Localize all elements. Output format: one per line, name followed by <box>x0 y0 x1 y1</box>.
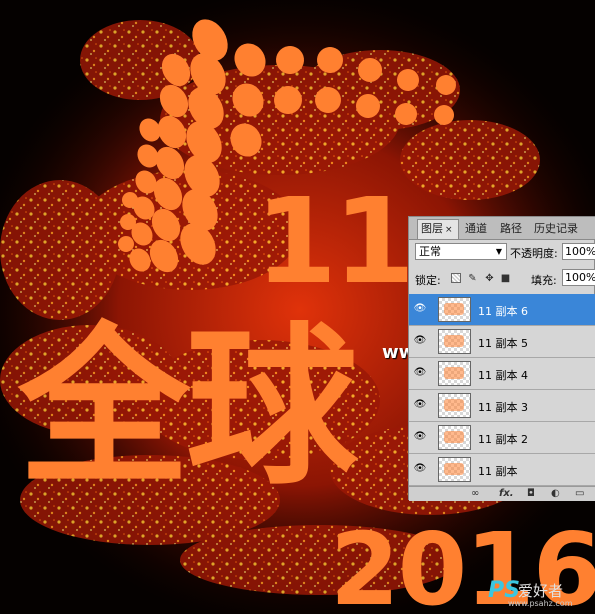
tab-layers[interactable]: 图层 × <box>417 219 459 239</box>
tab-paths[interactable]: 路径 <box>497 220 527 238</box>
fx-icon[interactable]: fx. <box>499 488 514 499</box>
group-icon[interactable]: ▭ <box>575 488 584 499</box>
layer-name: 11 副本 5 <box>478 337 528 350</box>
opacity-field[interactable]: 100% <box>562 243 595 260</box>
logo-name: 爱好者 <box>518 582 564 600</box>
lock-label: 锁定: <box>415 274 441 287</box>
site-logo: PS 爱好者 www.psahz.com <box>488 578 593 612</box>
brush-icon[interactable]: ✎ <box>467 273 478 284</box>
layer-name: 11 副本 6 <box>478 305 528 318</box>
tab-layers-label: 图层 <box>421 222 443 235</box>
layers-panel: 图层 × 通道 路径 历史记录 正常 ▼ 不透明度: 100% 锁定: ✎ ✥ ■… <box>408 216 595 501</box>
headline-text: 全球 <box>18 307 358 508</box>
blend-row: 正常 ▼ 不透明度: 100% <box>409 241 595 263</box>
layer-row[interactable]: 👁 11 副本 6 <box>409 294 595 326</box>
canvas: 11 全球 2016 www.68ps.com PS 爱好者 www.psahz… <box>0 0 595 614</box>
layer-thumbnail <box>438 361 471 386</box>
headline-number: 11 <box>255 172 415 310</box>
eye-icon[interactable]: 👁 <box>413 335 427 347</box>
close-icon[interactable]: × <box>445 225 453 235</box>
layer-thumbnail <box>438 329 471 354</box>
layer-row[interactable]: 👁 11 副本 5 <box>409 326 595 358</box>
eye-icon[interactable]: 👁 <box>413 367 427 379</box>
blend-mode-select[interactable]: 正常 ▼ <box>415 243 507 260</box>
lock-icon[interactable]: ■ <box>500 273 511 284</box>
layer-name: 11 副本 3 <box>478 401 528 414</box>
link-icon[interactable]: ∞ <box>471 488 479 499</box>
layer-name: 11 副本 <box>478 465 518 478</box>
logo-url: www.psahz.com <box>508 599 573 608</box>
blend-mode-value: 正常 <box>419 245 441 258</box>
fill-label: 填充: <box>531 274 557 287</box>
layers-list: 👁 11 副本 6 👁 11 副本 5 👁 11 副本 4 👁 11 副本 3 👁 11 副本 2… <box>409 294 595 486</box>
layer-thumbnail <box>438 457 471 482</box>
layer-name: 11 副本 4 <box>478 369 528 382</box>
layer-thumbnail <box>438 425 471 450</box>
eye-icon[interactable]: 👁 <box>413 431 427 443</box>
mask-icon[interactable]: ◘ <box>527 488 535 499</box>
layer-thumbnail <box>438 393 471 418</box>
fill-field[interactable]: 100% <box>562 269 595 286</box>
panel-bottom-bar: ∞ fx. ◘ ◐ ▭ <box>409 486 595 501</box>
adjustment-icon[interactable]: ◐ <box>551 488 560 499</box>
lock-transparency-icon[interactable] <box>451 273 461 283</box>
layer-name: 11 副本 2 <box>478 433 528 446</box>
layer-row[interactable]: 👁 11 副本 2 <box>409 422 595 454</box>
eye-icon[interactable]: 👁 <box>413 463 427 475</box>
panel-tabs: 图层 × 通道 路径 历史记录 <box>409 217 595 240</box>
opacity-label: 不透明度: <box>510 247 558 260</box>
lock-row: 锁定: ✎ ✥ ■ 填充: 100% <box>409 269 595 289</box>
eye-icon[interactable]: 👁 <box>413 399 427 411</box>
tab-history[interactable]: 历史记录 <box>531 220 589 238</box>
layer-row[interactable]: 👁 11 副本 4 <box>409 358 595 390</box>
eye-icon[interactable]: 👁 <box>413 303 427 315</box>
tab-channels[interactable]: 通道 <box>462 220 492 238</box>
layer-thumbnail <box>438 297 471 322</box>
layer-row[interactable]: 👁 11 副本 <box>409 454 595 486</box>
move-icon[interactable]: ✥ <box>484 273 495 284</box>
layer-row[interactable]: 👁 11 副本 3 <box>409 390 595 422</box>
chevron-down-icon: ▼ <box>495 247 502 256</box>
